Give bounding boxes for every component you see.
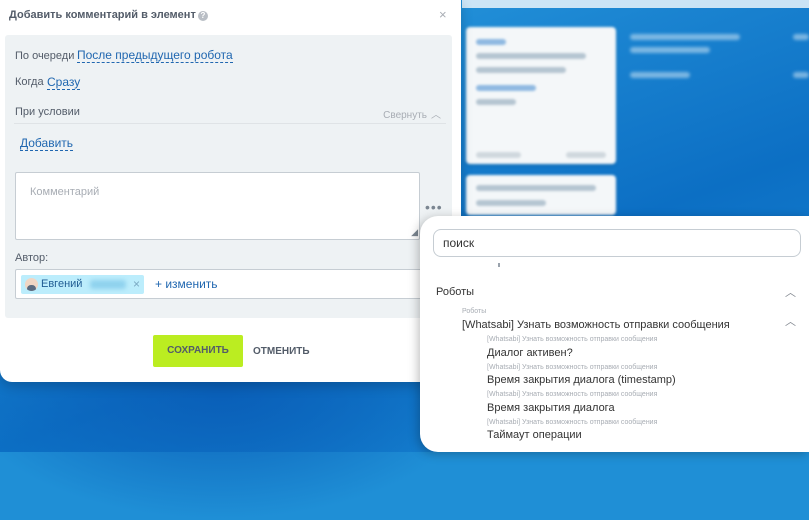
chevron-up-icon: ︿ xyxy=(431,110,441,121)
collapse-toggle[interactable]: Свернуть ︿ xyxy=(383,106,441,121)
list-item-subtitle: [Whatsabi] Узнать возможность отправки с… xyxy=(487,419,658,426)
chevron-up-icon[interactable]: ︿ xyxy=(785,313,796,329)
blurred-card-1 xyxy=(466,27,616,164)
change-author-link[interactable]: + изменить xyxy=(155,277,218,291)
section-title-robots[interactable]: Роботы xyxy=(436,286,474,298)
author-tag: Евгений × xyxy=(21,275,144,294)
blurred-column-text xyxy=(793,34,809,40)
cancel-button[interactable]: ОТМЕНИТЬ xyxy=(253,346,310,357)
search-input[interactable] xyxy=(433,229,801,257)
save-button[interactable]: СОХРАНИТЬ xyxy=(153,335,243,367)
background-header-strip xyxy=(462,0,809,8)
list-item-subtitle: [Whatsabi] Узнать возможность отправки с… xyxy=(487,391,658,398)
field-selector-popup: Роботы ︿ Роботы [Whatsabi] Узнать возмож… xyxy=(420,216,809,452)
group-subtitle: Роботы xyxy=(462,308,487,315)
list-item-subtitle: [Whatsabi] Узнать возможность отправки с… xyxy=(487,336,658,343)
collapse-label: Свернуть xyxy=(383,110,427,121)
author-label: Автор: xyxy=(15,252,49,264)
help-icon[interactable]: ? xyxy=(198,11,208,21)
list-item[interactable]: Время закрытия диалога xyxy=(487,402,615,414)
blurred-column-text xyxy=(630,34,740,40)
queue-label: По очереди xyxy=(15,50,75,62)
list-item[interactable]: Диалог активен? xyxy=(487,347,573,359)
more-options-icon[interactable]: ••• xyxy=(425,199,443,215)
close-icon[interactable]: × xyxy=(439,7,447,22)
blurred-column-text xyxy=(793,72,809,78)
group-title[interactable]: [Whatsabi] Узнать возможность отправки с… xyxy=(462,319,730,331)
author-name: Евгений xyxy=(41,278,83,290)
dialog-title: Добавить комментарий в элемент xyxy=(9,9,196,21)
condition-label: При условии xyxy=(15,106,80,118)
blurred-column-text xyxy=(630,47,710,53)
comment-placeholder: Комментарий xyxy=(30,186,100,198)
scroll-marker xyxy=(498,263,500,267)
settings-panel: По очереди После предыдущего робота Когд… xyxy=(5,35,452,318)
list-item-subtitle: [Whatsabi] Узнать возможность отправки с… xyxy=(487,364,658,371)
divider xyxy=(14,123,446,124)
blurred-surname xyxy=(90,280,126,289)
add-condition-link[interactable]: Добавить xyxy=(20,136,74,151)
comment-textarea[interactable]: Комментарий ◢ xyxy=(15,172,420,240)
resize-grip-icon[interactable]: ◢ xyxy=(411,227,418,238)
list-item[interactable]: Таймаут операции xyxy=(487,429,582,441)
remove-author-icon[interactable]: × xyxy=(133,277,140,291)
chevron-up-icon[interactable]: ︿ xyxy=(785,284,796,300)
when-label: Когда xyxy=(15,76,44,88)
blurred-card-2 xyxy=(466,175,616,215)
queue-value-link[interactable]: После предыдущего робота xyxy=(77,48,233,63)
list-item[interactable]: Время закрытия диалога (timestamp) xyxy=(487,374,676,386)
blurred-column-text xyxy=(630,72,690,78)
when-value-link[interactable]: Сразу xyxy=(47,75,81,90)
add-comment-dialog: Добавить комментарий в элемент ? × По оч… xyxy=(0,0,461,382)
avatar xyxy=(25,278,38,291)
author-field[interactable]: Евгений × + изменить xyxy=(15,269,449,299)
